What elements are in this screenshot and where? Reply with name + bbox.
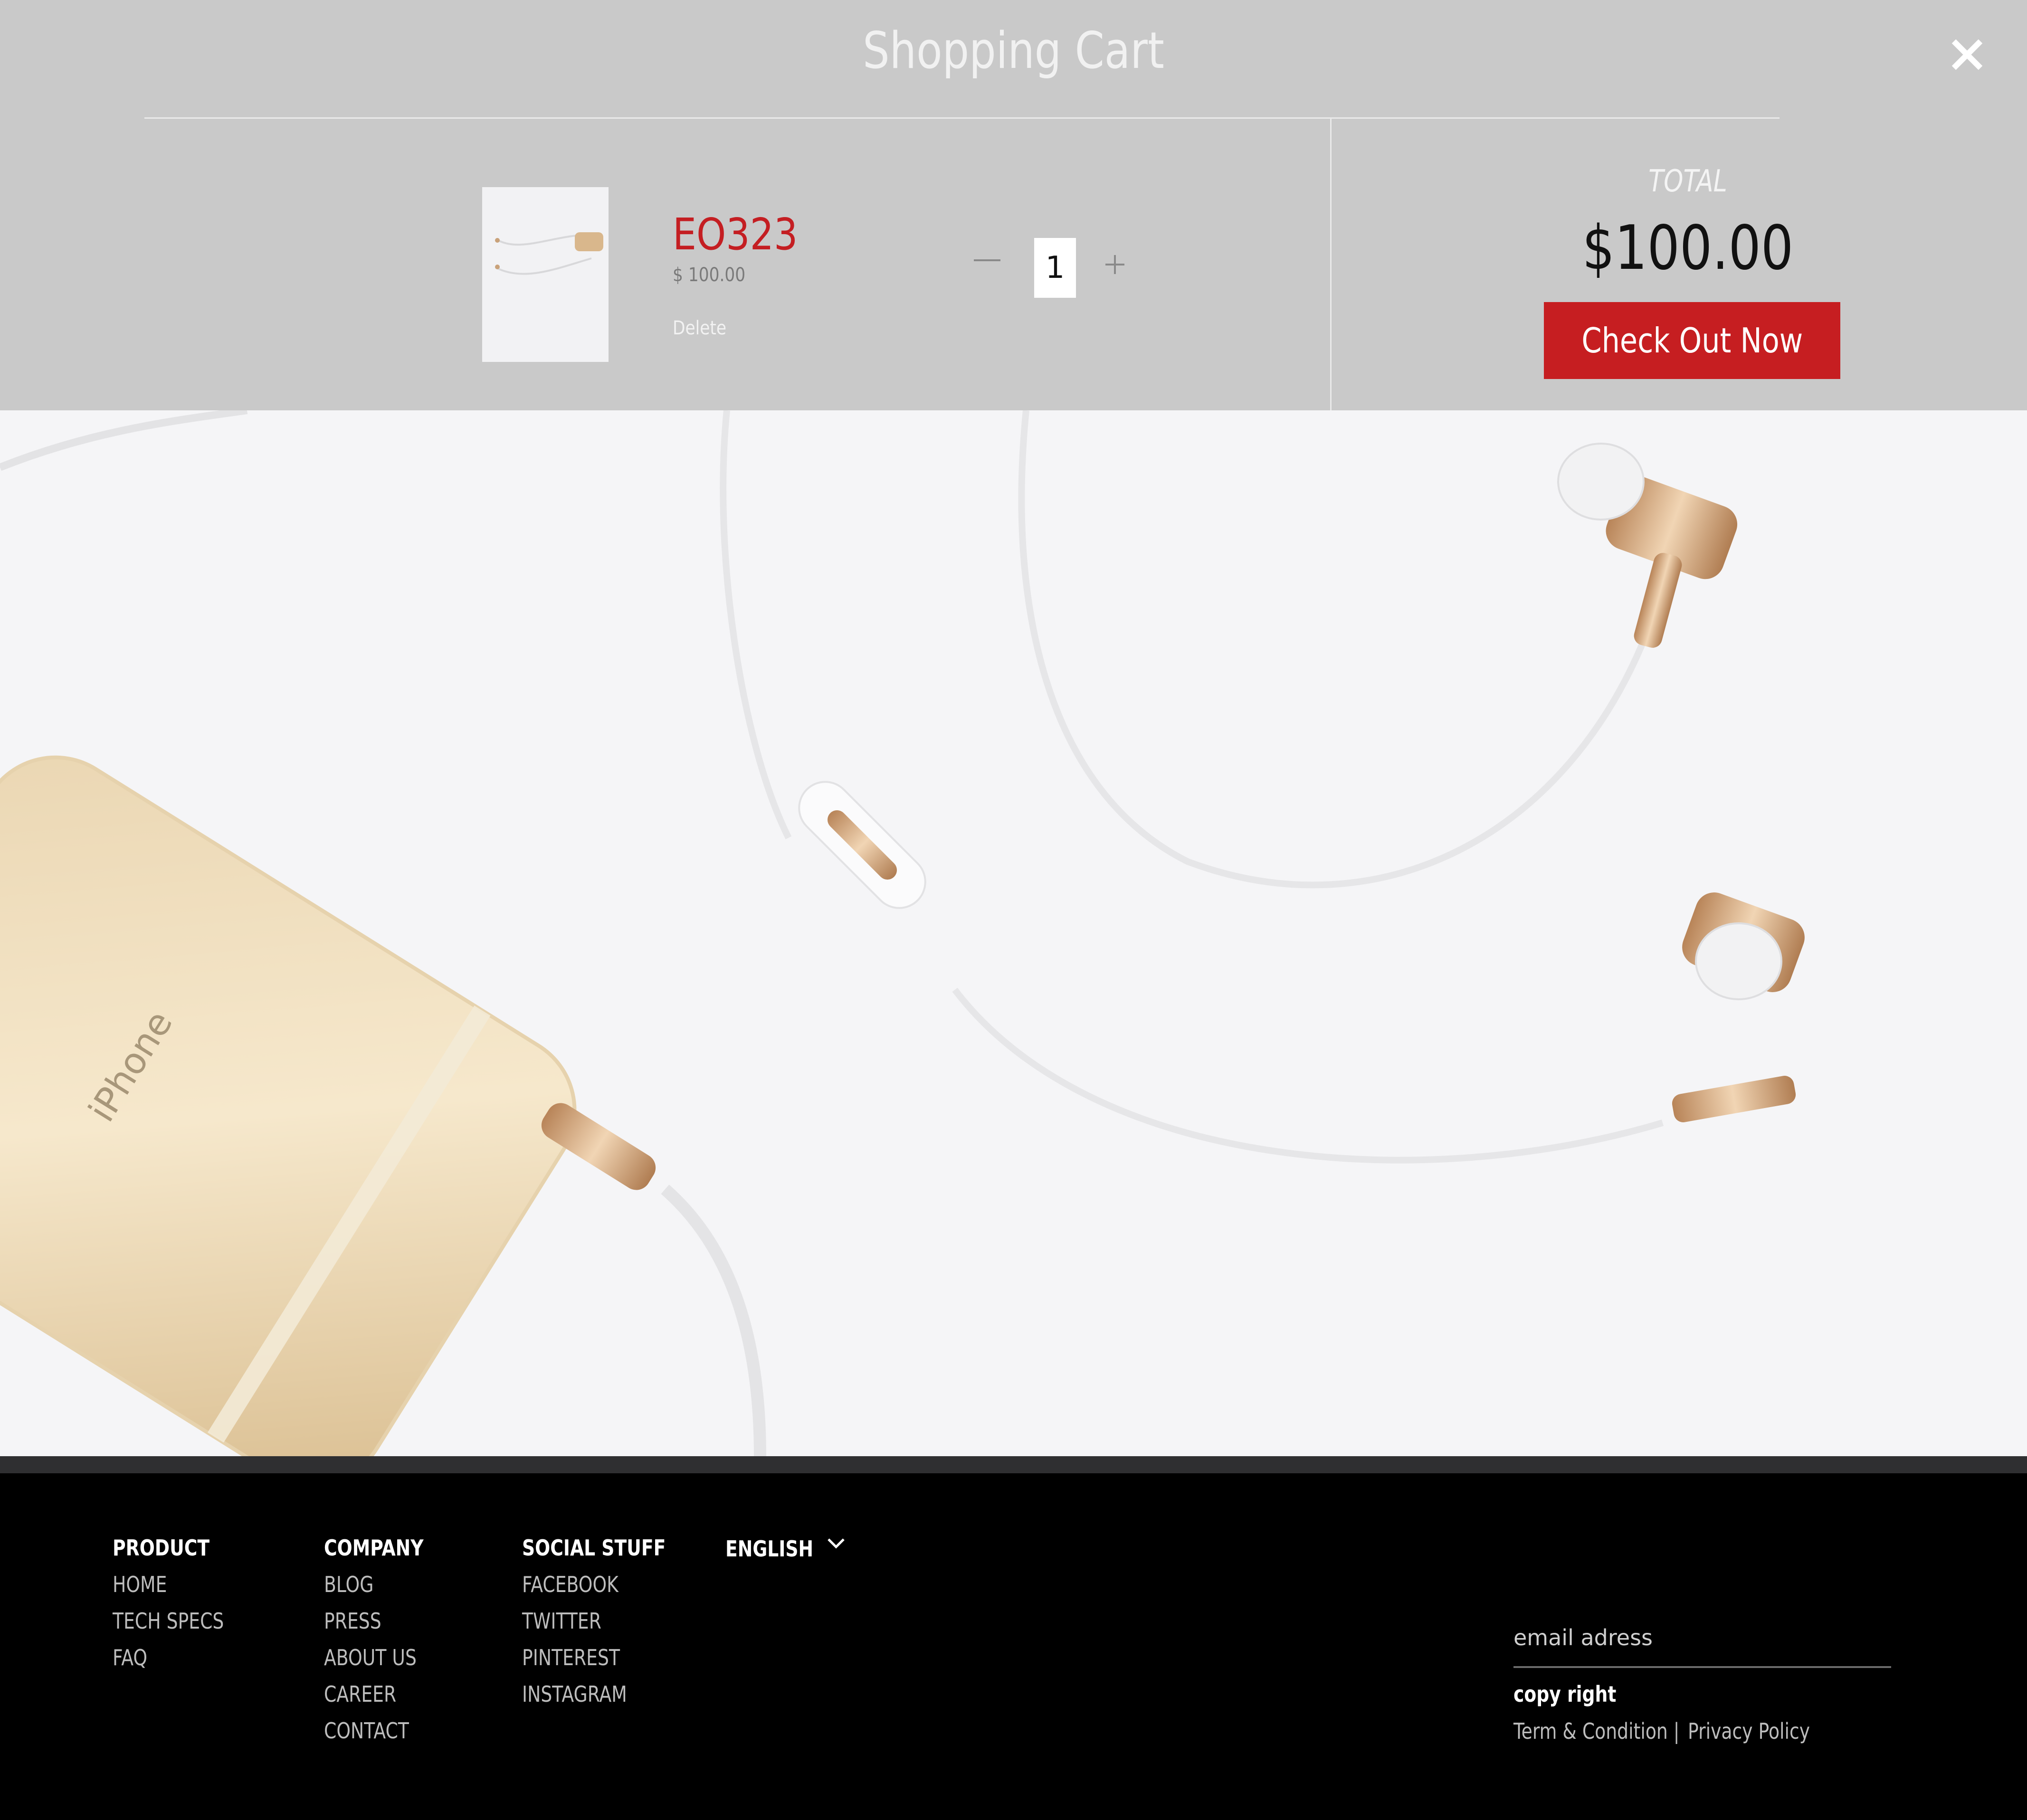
copyright-text: copy right [1513, 1681, 1617, 1707]
earphones-photo: iPhone [0, 410, 2027, 1456]
footer-link-faq[interactable]: FAQ [113, 1645, 147, 1670]
cart-item-price: $ 100.00 [673, 264, 746, 286]
footer-link-facebook[interactable]: FACEBOOK [522, 1572, 619, 1597]
quantity-increase-button[interactable] [1105, 255, 1124, 274]
footer-link-career[interactable]: CAREER [324, 1681, 396, 1707]
quantity-decrease-button[interactable] [974, 259, 1000, 263]
cart-title: Shopping Cart [863, 21, 1164, 80]
footer-link-tech-specs[interactable]: TECH SPECS [113, 1608, 224, 1634]
close-cart-button[interactable] [1943, 31, 1991, 78]
footer-link-press[interactable]: PRESS [324, 1608, 381, 1634]
cart-divider-vertical [1330, 119, 1332, 410]
chevron-down-icon [828, 1538, 845, 1549]
privacy-policy-link[interactable]: Privacy Policy [1688, 1718, 1810, 1744]
footer-link-twitter[interactable]: TWITTER [522, 1608, 601, 1634]
cart-item-code: EO323 [673, 209, 798, 260]
email-field[interactable] [1513, 1609, 1891, 1668]
cart-divider-horizontal [144, 117, 1780, 119]
footer-heading-product: PRODUCT [113, 1535, 210, 1561]
total-label: TOTAL [1648, 164, 1727, 199]
checkout-button[interactable]: Check Out Now [1544, 302, 1840, 379]
footer-link-contact[interactable]: CONTACT [324, 1718, 409, 1744]
footer-link-instagram[interactable]: INSTAGRAM [522, 1681, 627, 1707]
footer-heading-company: COMPANY [324, 1535, 424, 1561]
minus-icon [974, 259, 1000, 261]
footer-link-blog[interactable]: BLOG [324, 1572, 373, 1597]
footer-link-pinterest[interactable]: PINTEREST [522, 1645, 620, 1670]
total-value: $100.00 [1582, 213, 1794, 284]
footer-top-band [0, 1456, 2027, 1473]
footer-heading-social: SOCIAL STUFF [522, 1535, 666, 1561]
close-icon [1951, 39, 1983, 70]
footer-link-home[interactable]: HOME [113, 1572, 167, 1597]
delete-item-link[interactable]: Delete [673, 317, 726, 339]
language-dropdown-toggle[interactable] [827, 1536, 846, 1551]
cart-item-thumbnail [482, 187, 609, 362]
checkout-button-label: Check Out Now [1581, 321, 1803, 360]
footer-link-about-us[interactable]: ABOUT US [324, 1645, 417, 1670]
hero-product-image: iPhone [0, 410, 2027, 1456]
language-selector[interactable]: ENGLISH [725, 1536, 813, 1562]
terms-link[interactable]: Term & Condition | [1513, 1718, 1680, 1744]
quantity-input[interactable] [1034, 238, 1076, 298]
